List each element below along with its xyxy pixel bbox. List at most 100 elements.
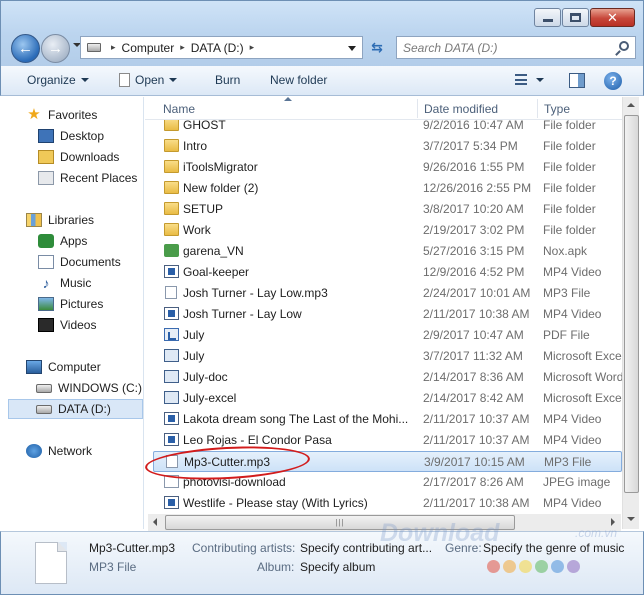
address-bar[interactable]: ▸ Computer ▸ DATA (D:) ▸ bbox=[80, 36, 363, 59]
burn-button[interactable]: Burn bbox=[215, 73, 240, 87]
file-row[interactable]: Josh Turner - Lay Low.mp3 2/24/2017 10:01… bbox=[153, 283, 622, 304]
scroll-down-icon[interactable] bbox=[627, 517, 635, 521]
file-row[interactable]: Mp3-Cutter.mp3 3/9/2017 10:15 AM MP3 File bbox=[153, 451, 622, 472]
nav-label: Recent Places bbox=[60, 171, 138, 185]
window-controls: ✕ bbox=[533, 8, 635, 27]
videos-icon bbox=[38, 318, 54, 332]
forward-button[interactable]: → bbox=[41, 34, 70, 63]
file-type: PDF File bbox=[543, 328, 590, 342]
file-name: Work bbox=[183, 223, 211, 237]
document-icon bbox=[119, 73, 130, 87]
column-name[interactable]: Name bbox=[163, 102, 195, 116]
column-type[interactable]: Type bbox=[544, 102, 570, 116]
open-button[interactable]: Open bbox=[119, 73, 178, 87]
burn-label: Burn bbox=[215, 73, 241, 87]
file-date: 3/7/2017 11:32 AM bbox=[423, 349, 523, 363]
file-row[interactable]: Lakota dream song The Last of the Mohi..… bbox=[153, 409, 622, 430]
file-date: 2/14/2017 8:36 AM bbox=[423, 370, 524, 384]
file-row[interactable]: Westlife - Please stay (With Lyrics) 2/11… bbox=[153, 493, 622, 514]
chevron-right-icon[interactable]: ▸ bbox=[111, 42, 116, 53]
nav-label: Favorites bbox=[48, 108, 98, 122]
address-dropdown-icon[interactable] bbox=[348, 46, 356, 51]
file-row[interactable]: garena_VN 5/27/2016 3:15 PM Nox.apk bbox=[153, 241, 622, 262]
nav-label: Network bbox=[48, 444, 93, 458]
horizontal-scroll-thumb[interactable]: ||| bbox=[165, 515, 515, 530]
star-icon: ★ bbox=[27, 106, 41, 123]
nav-label: WINDOWS (C:) bbox=[58, 381, 142, 395]
search-input[interactable]: Search DATA (D:) bbox=[396, 36, 636, 59]
file-row[interactable]: New folder (2) 12/26/2016 2:55 PM File fol… bbox=[153, 178, 622, 199]
vertical-scroll-thumb[interactable] bbox=[624, 115, 639, 493]
chevron-down-icon bbox=[169, 78, 178, 82]
search-icon[interactable] bbox=[619, 41, 629, 51]
nav-label: Apps bbox=[60, 234, 88, 248]
back-arrow-icon: ← bbox=[18, 40, 33, 57]
folder-icon bbox=[164, 160, 179, 173]
details-genre-label: Genre: bbox=[445, 541, 482, 555]
media-icon bbox=[164, 496, 179, 509]
forward-arrow-icon: → bbox=[48, 40, 63, 57]
new-folder-button[interactable]: New folder bbox=[270, 73, 327, 87]
nav-label: Pictures bbox=[60, 297, 104, 311]
scroll-right-icon[interactable] bbox=[611, 518, 615, 526]
file-row[interactable]: Goal-keeper 12/9/2016 4:52 PM MP4 Video bbox=[153, 262, 622, 283]
file-name: Leo Rojas - El Condor Pasa bbox=[183, 433, 332, 447]
organize-menu[interactable]: Organize bbox=[27, 73, 89, 87]
sort-ascending-icon bbox=[284, 97, 292, 101]
nav-label: Desktop bbox=[60, 129, 105, 143]
breadcrumb-data-drive[interactable]: DATA (D:) bbox=[191, 41, 244, 55]
file-row[interactable]: July 2/9/2017 10:47 AM PDF File bbox=[153, 325, 622, 346]
nav-label: Music bbox=[60, 276, 92, 290]
views-icon[interactable] bbox=[515, 74, 529, 86]
breadcrumb-computer[interactable]: Computer bbox=[122, 41, 175, 55]
vertical-scrollbar[interactable] bbox=[622, 97, 639, 529]
nav-data-drive[interactable]: DATA (D:) bbox=[8, 399, 143, 419]
maximize-button[interactable] bbox=[562, 8, 589, 27]
folder-icon bbox=[164, 202, 179, 215]
help-icon[interactable]: ? bbox=[604, 72, 622, 90]
file-row[interactable]: Intro 3/7/2017 5:34 PM File folder bbox=[153, 136, 622, 157]
file-type: MP4 Video bbox=[543, 433, 602, 447]
file-row[interactable]: photovisi-download 2/17/2017 8:26 AM JPEG … bbox=[153, 472, 622, 493]
close-button[interactable]: ✕ bbox=[590, 8, 635, 27]
file-row[interactable]: Leo Rojas - El Condor Pasa 2/11/2017 10:3… bbox=[153, 430, 622, 451]
file-row[interactable]: July 3/7/2017 11:32 AM Microsoft Excel bbox=[153, 346, 622, 367]
file-row[interactable]: SETUP 3/8/2017 10:20 AM File folder bbox=[153, 199, 622, 220]
new-folder-label: New folder bbox=[270, 73, 328, 87]
media-icon bbox=[164, 433, 179, 446]
scroll-up-icon[interactable] bbox=[627, 103, 635, 107]
views-dropdown[interactable] bbox=[536, 78, 544, 82]
file-date: 2/9/2017 10:47 AM bbox=[423, 328, 524, 342]
horizontal-scrollbar[interactable]: ||| bbox=[148, 514, 621, 531]
file-row[interactable]: Work 2/19/2017 3:02 PM File folder bbox=[153, 220, 622, 241]
scroll-left-icon[interactable] bbox=[153, 518, 157, 526]
organize-label: Organize bbox=[27, 73, 76, 87]
details-filename: Mp3-Cutter.mp3 bbox=[89, 541, 176, 555]
details-artists-field[interactable]: Specify contributing art... bbox=[300, 541, 432, 555]
details-pane: Mp3-Cutter.mp3 MP3 File Contributing art… bbox=[0, 531, 644, 595]
chevron-right-icon[interactable]: ▸ bbox=[180, 42, 185, 53]
file-row[interactable]: Josh Turner - Lay Low 2/11/2017 10:38 AM M… bbox=[153, 304, 622, 325]
back-button[interactable]: ← bbox=[11, 34, 40, 63]
file-type: Microsoft Word bbox=[543, 370, 622, 384]
file-type: Microsoft Excel bbox=[543, 349, 622, 363]
column-date-modified[interactable]: Date modified bbox=[424, 102, 498, 116]
refresh-button[interactable]: ⇆ bbox=[366, 36, 388, 59]
file-name: SETUP bbox=[183, 202, 224, 216]
file-name: July-excel bbox=[183, 391, 237, 405]
file-date: 5/27/2016 3:15 PM bbox=[423, 244, 525, 258]
nav-label: Libraries bbox=[48, 213, 95, 227]
file-name: Goal-keeper bbox=[183, 265, 250, 279]
file-date: 12/9/2016 4:52 PM bbox=[423, 265, 525, 279]
details-album-field[interactable]: Specify album bbox=[300, 560, 375, 574]
file-row[interactable]: July-doc 2/14/2017 8:36 AM Microsoft Word bbox=[153, 367, 622, 388]
chevron-right-icon[interactable]: ▸ bbox=[250, 42, 255, 53]
apk-icon bbox=[164, 244, 179, 257]
file-row[interactable]: iToolsMigrator 9/26/2016 1:55 PM File fold… bbox=[153, 157, 622, 178]
preview-pane-icon[interactable] bbox=[569, 73, 585, 88]
file-row[interactable]: July-excel 2/14/2017 8:42 AM Microsoft Exc… bbox=[153, 388, 622, 409]
minimize-button[interactable] bbox=[534, 8, 561, 27]
file-date: 2/19/2017 3:02 PM bbox=[423, 223, 525, 237]
details-genre-field[interactable]: Specify the genre of music bbox=[483, 541, 624, 555]
column-headers: Name Date modified Type bbox=[145, 97, 622, 120]
